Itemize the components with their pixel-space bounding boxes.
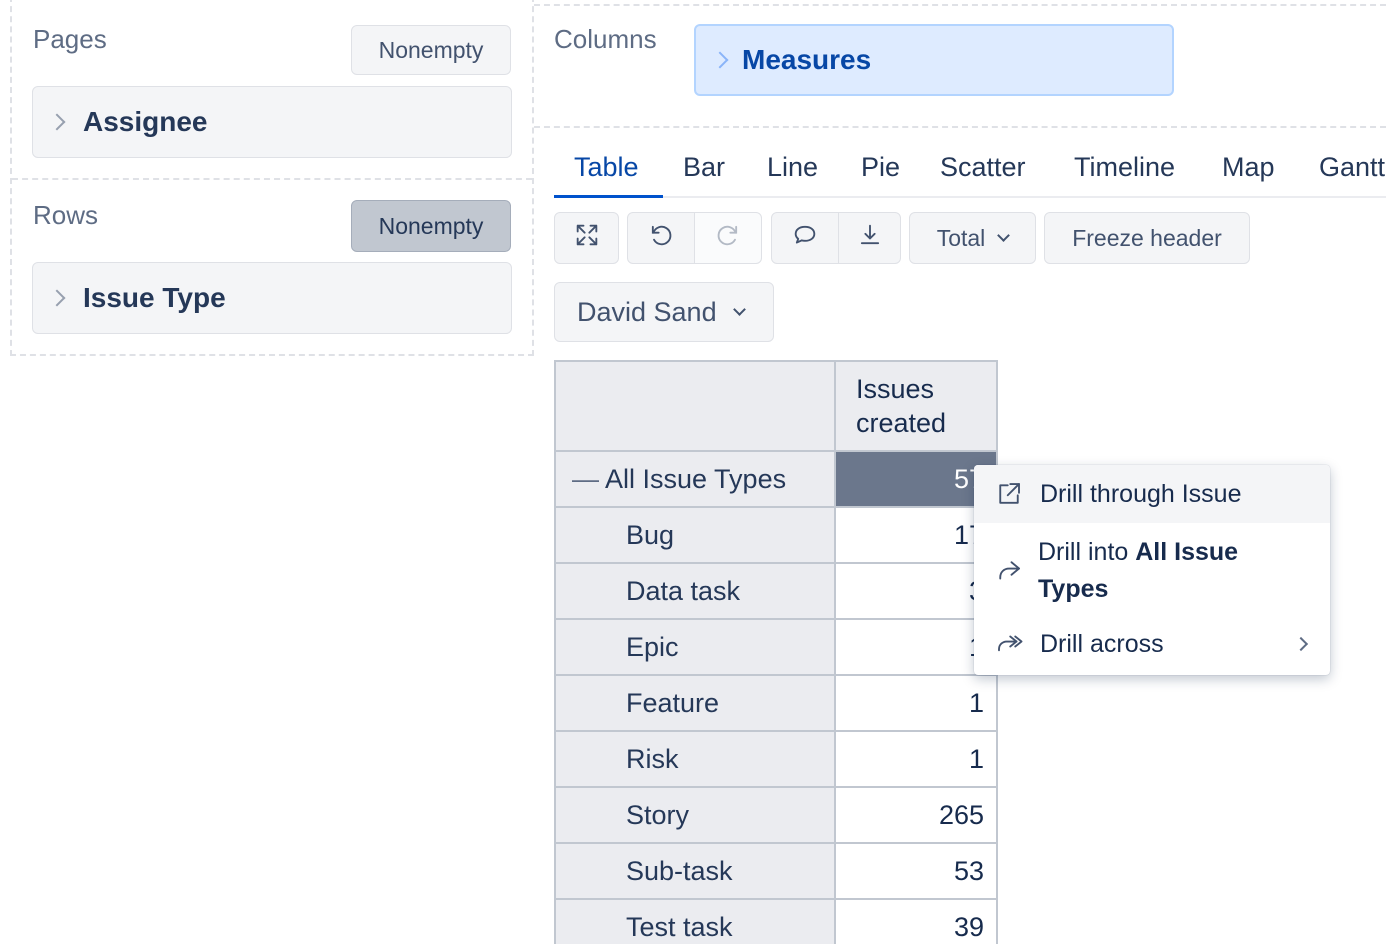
- column-header-line: created: [856, 408, 947, 438]
- value-cell-risk[interactable]: 1: [834, 730, 998, 788]
- tab-bar[interactable]: Bar: [683, 152, 725, 183]
- row-label: Story: [626, 799, 690, 830]
- rows-dimension-issue-type[interactable]: Issue Type: [32, 262, 512, 334]
- row-header-all-issue-types[interactable]: — All Issue Types: [554, 450, 836, 508]
- undo-icon: [647, 221, 675, 255]
- row-header-test-task[interactable]: Test task: [554, 898, 836, 944]
- row-label: Data task: [626, 575, 741, 606]
- collapse-icon[interactable]: —: [572, 464, 599, 495]
- dimension-label: Issue Type: [83, 282, 226, 313]
- row-label: Epic: [626, 631, 679, 662]
- comment-button[interactable]: [771, 212, 839, 264]
- cell-context-menu: Drill through Issue Drill into All Issue…: [974, 465, 1330, 675]
- download-button[interactable]: [838, 212, 901, 264]
- drill-into-member-cont: Types: [1038, 575, 1109, 603]
- value-cell-story[interactable]: 265: [834, 786, 998, 844]
- chevron-right-icon: [711, 51, 729, 69]
- redo-button[interactable]: [694, 212, 762, 264]
- columns-area-border: [534, 126, 1386, 128]
- undo-button[interactable]: [627, 212, 695, 264]
- tab-table[interactable]: Table: [574, 152, 639, 183]
- row-label: Test task: [626, 912, 733, 942]
- freeze-header-label: Freeze header: [1072, 224, 1222, 251]
- column-header-issues-created[interactable]: Issues created: [834, 360, 998, 452]
- redo-icon: [714, 221, 742, 255]
- row-header-epic[interactable]: Epic: [554, 618, 836, 676]
- row-header-bug[interactable]: Bug: [554, 506, 836, 564]
- row-label: Feature: [626, 687, 720, 718]
- row-header-story[interactable]: Story: [554, 786, 836, 844]
- tab-line[interactable]: Line: [767, 152, 818, 183]
- view-tabs: Table Bar Line Pie Scatter Timeline Map …: [554, 148, 1386, 198]
- row-header-sub-task[interactable]: Sub-task: [554, 842, 836, 900]
- dimension-label: Assignee: [83, 106, 208, 137]
- panel-separator: [12, 178, 532, 180]
- row-header-feature[interactable]: Feature: [554, 674, 836, 732]
- comment-icon: [791, 221, 819, 255]
- share-forward-icon: [994, 556, 1024, 586]
- tab-timeline[interactable]: Timeline: [1074, 152, 1175, 183]
- tab-pie[interactable]: Pie: [861, 152, 900, 183]
- active-tab-indicator: [554, 195, 663, 198]
- tab-scatter[interactable]: Scatter: [940, 152, 1026, 183]
- chevron-right-icon: [48, 113, 66, 131]
- value-cell-test-task[interactable]: 39: [834, 898, 998, 944]
- drill-into-member: All Issue: [1135, 538, 1239, 566]
- download-icon: [856, 221, 884, 255]
- pages-label: Pages: [33, 24, 107, 54]
- menu-item-label: Drill into: [1038, 538, 1136, 566]
- rows-label: Rows: [33, 200, 99, 230]
- fullscreen-icon: [573, 221, 601, 255]
- table-corner-cell: [554, 360, 836, 452]
- column-header-line: Issues: [856, 374, 935, 404]
- assignee-selected-value: David Sand: [577, 296, 717, 327]
- assignee-page-dropdown[interactable]: David Sand: [554, 282, 774, 342]
- tab-gantt[interactable]: Gantt: [1319, 152, 1385, 183]
- tab-map[interactable]: Map: [1222, 152, 1275, 183]
- menu-item-drill-through[interactable]: Drill through Issue: [974, 465, 1330, 523]
- menu-item-drill-into[interactable]: Drill into All Issue Types: [974, 529, 1330, 613]
- dimension-label: Measures: [742, 44, 872, 75]
- rows-nonempty-button[interactable]: Nonempty: [351, 200, 511, 252]
- menu-item-label: Drill across: [1040, 629, 1164, 658]
- chevron-right-icon: [48, 289, 66, 307]
- chevron-down-icon: [732, 303, 746, 316]
- row-header-data-task[interactable]: Data task: [554, 562, 836, 620]
- row-label: Risk: [626, 743, 679, 774]
- menu-item-drill-across[interactable]: Drill across: [974, 619, 1330, 669]
- total-dropdown[interactable]: Total: [909, 212, 1036, 264]
- row-label: Bug: [626, 519, 675, 550]
- columns-label: Columns: [554, 24, 657, 54]
- columns-dimension-measures[interactable]: Measures: [694, 24, 1174, 96]
- pages-nonempty-button[interactable]: Nonempty: [351, 25, 511, 75]
- chevron-right-icon: [1293, 636, 1309, 652]
- row-header-risk[interactable]: Risk: [554, 730, 836, 788]
- row-label: All Issue Types: [605, 463, 787, 494]
- total-label: Total: [936, 224, 986, 251]
- freeze-header-button[interactable]: Freeze header: [1044, 212, 1250, 264]
- value-cell-feature[interactable]: 1: [834, 674, 998, 732]
- fullscreen-button[interactable]: [554, 212, 619, 264]
- external-link-icon: [994, 479, 1024, 509]
- menu-item-label: Drill through Issue: [1040, 479, 1242, 508]
- value-cell-sub-task[interactable]: 53: [834, 842, 998, 900]
- columns-area-top: [534, 4, 1386, 6]
- double-forward-icon: [994, 629, 1024, 659]
- row-label: Sub-task: [626, 855, 733, 886]
- pages-dimension-assignee[interactable]: Assignee: [32, 86, 512, 158]
- chevron-down-icon: [997, 229, 1011, 242]
